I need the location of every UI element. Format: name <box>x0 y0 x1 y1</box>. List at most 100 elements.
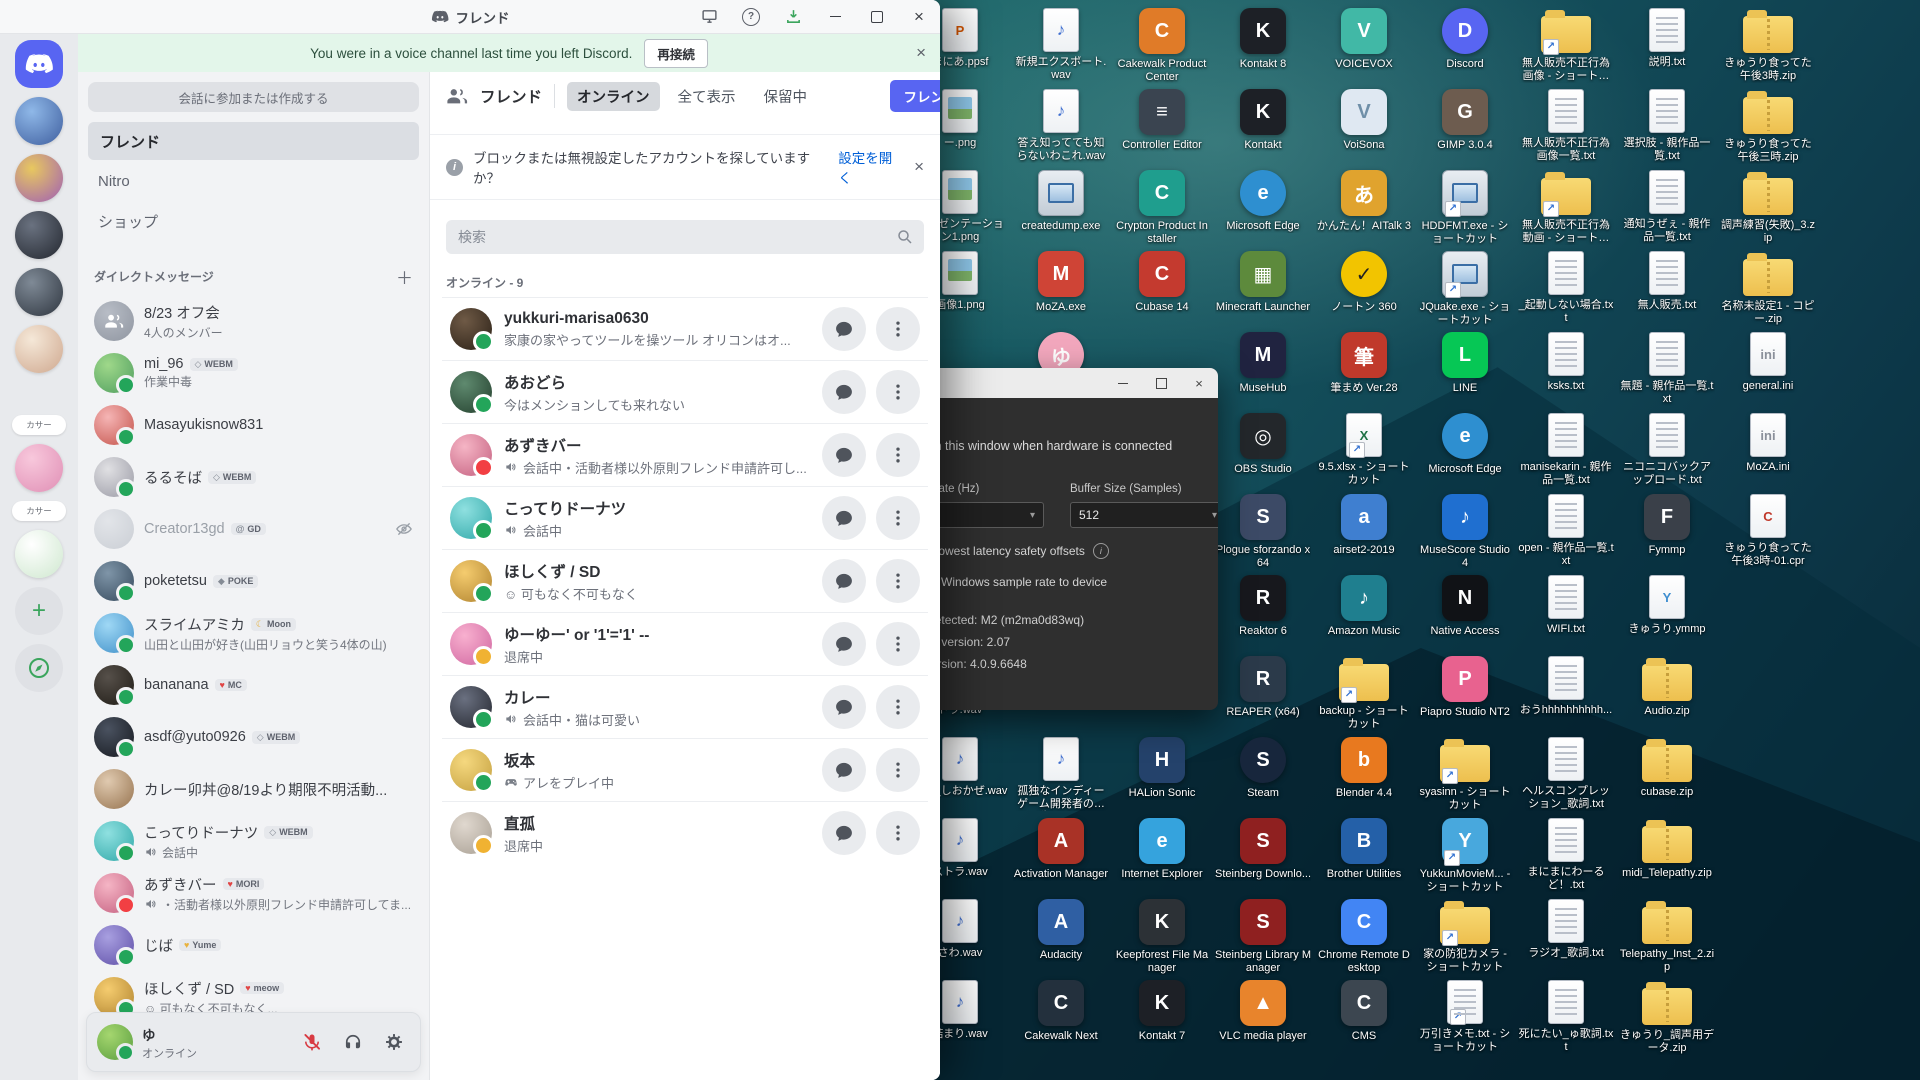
friend-row[interactable]: カレー 会話中・猫は可愛い <box>442 675 928 738</box>
tab[interactable]: 保留中 <box>754 82 818 111</box>
sidebar-nav-item[interactable]: ショップ <box>88 202 419 240</box>
more-options-button[interactable] <box>876 811 920 855</box>
desktop-icon[interactable]: ↗ ksks.txt <box>1518 332 1614 393</box>
desktop-icon[interactable]: M ↗ MuseHub <box>1215 332 1311 395</box>
desktop-icon[interactable]: M ↗ MoZA.exe <box>1013 251 1109 314</box>
desktop-icon[interactable]: ♪ ↗ MuseScore Studio 4 <box>1417 494 1513 570</box>
desktop-icon[interactable]: B ↗ Brother Utilities <box>1316 818 1412 881</box>
add-friend-button[interactable]: フレンドに追加 <box>890 80 941 112</box>
message-button[interactable] <box>822 622 866 666</box>
server-item[interactable]: + <box>15 154 63 202</box>
screenshare-icon[interactable] <box>688 0 730 33</box>
tab[interactable]: オンライン <box>567 82 660 111</box>
friend-row[interactable]: あおどら 今はメンションしても来れない <box>442 360 928 423</box>
friend-row[interactable]: こってりドーナツ 会話中 <box>442 486 928 549</box>
desktop-icon[interactable]: K ↗ Kontakt 7 <box>1114 980 1210 1043</box>
desktop-icon[interactable]: H ↗ HALion Sonic <box>1114 737 1210 800</box>
desktop-icon[interactable]: ✓ ↗ ノートン 360 <box>1316 251 1412 314</box>
close-button[interactable]: × <box>1180 368 1218 398</box>
message-button[interactable] <box>822 496 866 540</box>
desktop-icon[interactable]: L ↗ LINE <box>1417 332 1513 395</box>
dm-item[interactable]: るるそば ◇WEBM <box>86 451 421 503</box>
desktop-icon[interactable]: ↗ _起動しない場合.txt <box>1518 251 1614 325</box>
desktop-icon[interactable]: e ↗ Microsoft Edge <box>1417 413 1513 476</box>
user-panel[interactable]: ゆ オンライン <box>86 1012 421 1072</box>
desktop-icon[interactable]: S ↗ Plogue sforzando x64 <box>1215 494 1311 570</box>
desktop-icon[interactable]: ↗ 無人販売不正行為動画 - ショートカット <box>1518 170 1614 245</box>
server-item[interactable]: カサー + <box>12 415 66 435</box>
desktop-icon[interactable]: ↗ 万引きメモ.txt - ショートカット <box>1417 980 1513 1054</box>
desktop-icon[interactable]: A ↗ Activation Manager <box>1013 818 1109 881</box>
desktop-icon[interactable]: ↗ 家の防犯カメラ - ショートカット <box>1417 899 1513 974</box>
notice-close-icon[interactable]: × <box>914 157 924 177</box>
desktop-icon[interactable]: ↗ 無人販売.txt <box>1619 251 1715 312</box>
desktop-icon[interactable]: ▲ ↗ VLC media player <box>1215 980 1311 1043</box>
conversation-search-button[interactable]: 会話に参加または作成する <box>88 82 419 112</box>
desktop-icon[interactable]: e ↗ Internet Explorer <box>1114 818 1210 881</box>
desktop-icon[interactable]: N ↗ Native Access <box>1417 575 1513 638</box>
buffer-size-select[interactable]: 512 ▾ <box>1070 502 1218 528</box>
maximize-button[interactable] <box>1142 368 1180 398</box>
desktop-icon[interactable]: ↗ Audio.zip <box>1619 656 1715 718</box>
desktop-icon[interactable]: ↗ 名称未設定1 - コピー.zip <box>1720 251 1816 326</box>
desktop-icon[interactable]: V ↗ VOICEVOX <box>1316 8 1412 71</box>
sidebar-nav-item[interactable]: フレンド <box>88 122 419 160</box>
dm-item[interactable]: asdf@yuto0926 ◇WEBM <box>86 711 421 763</box>
desktop-icon[interactable]: ↗ backup - ショートカット <box>1316 656 1412 731</box>
desktop-icon[interactable]: ↗ きゅうり食ってた午後3時.zip <box>1720 8 1816 83</box>
dm-item[interactable]: mi_96 ◇WEBM 作業中毒 <box>86 347 421 399</box>
desktop-icon[interactable]: ↗ 無人販売不正行為画像 - ショートカッ... <box>1518 8 1614 83</box>
desktop-icon[interactable]: ↗ きゅうり_調声用データ.zip <box>1619 980 1715 1055</box>
banner-close-icon[interactable]: × <box>916 43 926 63</box>
message-button[interactable] <box>822 748 866 792</box>
dm-item[interactable]: こってりドーナツ ◇WEBM 会話中 <box>86 815 421 867</box>
friend-row[interactable]: ほしくず / SD ☺ 可もなく不可もなく <box>442 549 928 612</box>
settings-gear-button[interactable] <box>378 1026 410 1058</box>
search-input[interactable] <box>456 228 896 246</box>
server-item[interactable]: + <box>15 211 63 259</box>
desktop-icon[interactable]: K ↗ Kontakt <box>1215 89 1311 152</box>
friend-row[interactable]: 坂本 アレをプレイ中 <box>442 738 928 801</box>
desktop-icon[interactable]: S ↗ Steam <box>1215 737 1311 800</box>
desktop-icon[interactable]: Y ↗ YukkunMovieM... - ショートカット <box>1417 818 1513 894</box>
desktop-icon[interactable]: C ↗ Cakewalk Next <box>1013 980 1109 1043</box>
desktop-icon[interactable]: ↗ cubase.zip <box>1619 737 1715 799</box>
message-button[interactable] <box>822 307 866 351</box>
desktop-icon[interactable]: ↗ 無人販売不正行為画像一覧.txt <box>1518 89 1614 163</box>
desktop-icon[interactable]: ↗ 死にたい_ゅ歌詞.txt <box>1518 980 1614 1054</box>
more-options-button[interactable] <box>876 496 920 540</box>
desktop-icon[interactable]: K ↗ Kontakt 8 <box>1215 8 1311 71</box>
desktop-icon[interactable]: ♪ ↗ 新規エクスポート.wav <box>1013 8 1109 82</box>
server-item[interactable]: + <box>15 268 63 316</box>
message-button[interactable] <box>822 811 866 855</box>
tab[interactable]: 全て表示 <box>668 82 746 111</box>
dm-item[interactable]: あずきバー ♥MORI ・活動者様以外原則フレンド申請許可してま... <box>86 867 421 919</box>
desktop-icon[interactable]: C ↗ Crypton Product Installer <box>1114 170 1210 246</box>
message-button[interactable] <box>822 559 866 603</box>
desktop-icon[interactable]: F ↗ Fymmp <box>1619 494 1715 557</box>
desktop-icon[interactable]: ◎ ↗ OBS Studio <box>1215 413 1311 476</box>
maximize-button[interactable] <box>856 0 898 33</box>
message-button[interactable] <box>822 370 866 414</box>
desktop-icon[interactable]: ↗ おうhhhhhhhhhh... <box>1518 656 1614 717</box>
friend-row[interactable]: yukkuri-marisa0630 家康の家やってツールを操ツール オリコンは… <box>442 297 928 360</box>
desktop-icon[interactable]: あ ↗ かんたん！AITalk 3 <box>1316 170 1412 233</box>
desktop-icon[interactable]: ↗ 調声練習(失敗)_3.zip <box>1720 170 1816 245</box>
sidebar-nav-item[interactable]: Nitro <box>88 162 419 200</box>
friend-row[interactable]: あずきバー 会話中・活動者様以外原則フレンド申請許可し... <box>442 423 928 486</box>
desktop-icon[interactable]: R ↗ Reaktor 6 <box>1215 575 1311 638</box>
desktop-icon[interactable]: ♪ ↗ 答え知ってても知らないわこれ.wav <box>1013 89 1109 163</box>
desktop-icon[interactable]: C ↗ Cubase 14 <box>1114 251 1210 314</box>
dm-item[interactable]: Creator13gd @GD <box>86 503 421 555</box>
message-button[interactable] <box>822 685 866 729</box>
minimize-button[interactable] <box>814 0 856 33</box>
server-item[interactable]: + <box>15 325 63 373</box>
desktop-icon[interactable]: ↗ manisekarin - 親作品一覧.txt <box>1518 413 1614 487</box>
dm-item[interactable]: じば ♥Yume <box>86 919 421 971</box>
desktop-icon[interactable]: ↗ JQuake.exe - ショートカット <box>1417 251 1513 327</box>
desktop-icon[interactable]: ≡ ↗ Controller Editor <box>1114 89 1210 152</box>
mic-muted-button[interactable] <box>296 1026 328 1058</box>
update-download-icon[interactable] <box>772 0 814 33</box>
desktop-icon[interactable]: ↗ まにまにわーるど！.txt <box>1518 818 1614 892</box>
desktop-icon[interactable]: ↗ syasinn - ショートカット <box>1417 737 1513 812</box>
